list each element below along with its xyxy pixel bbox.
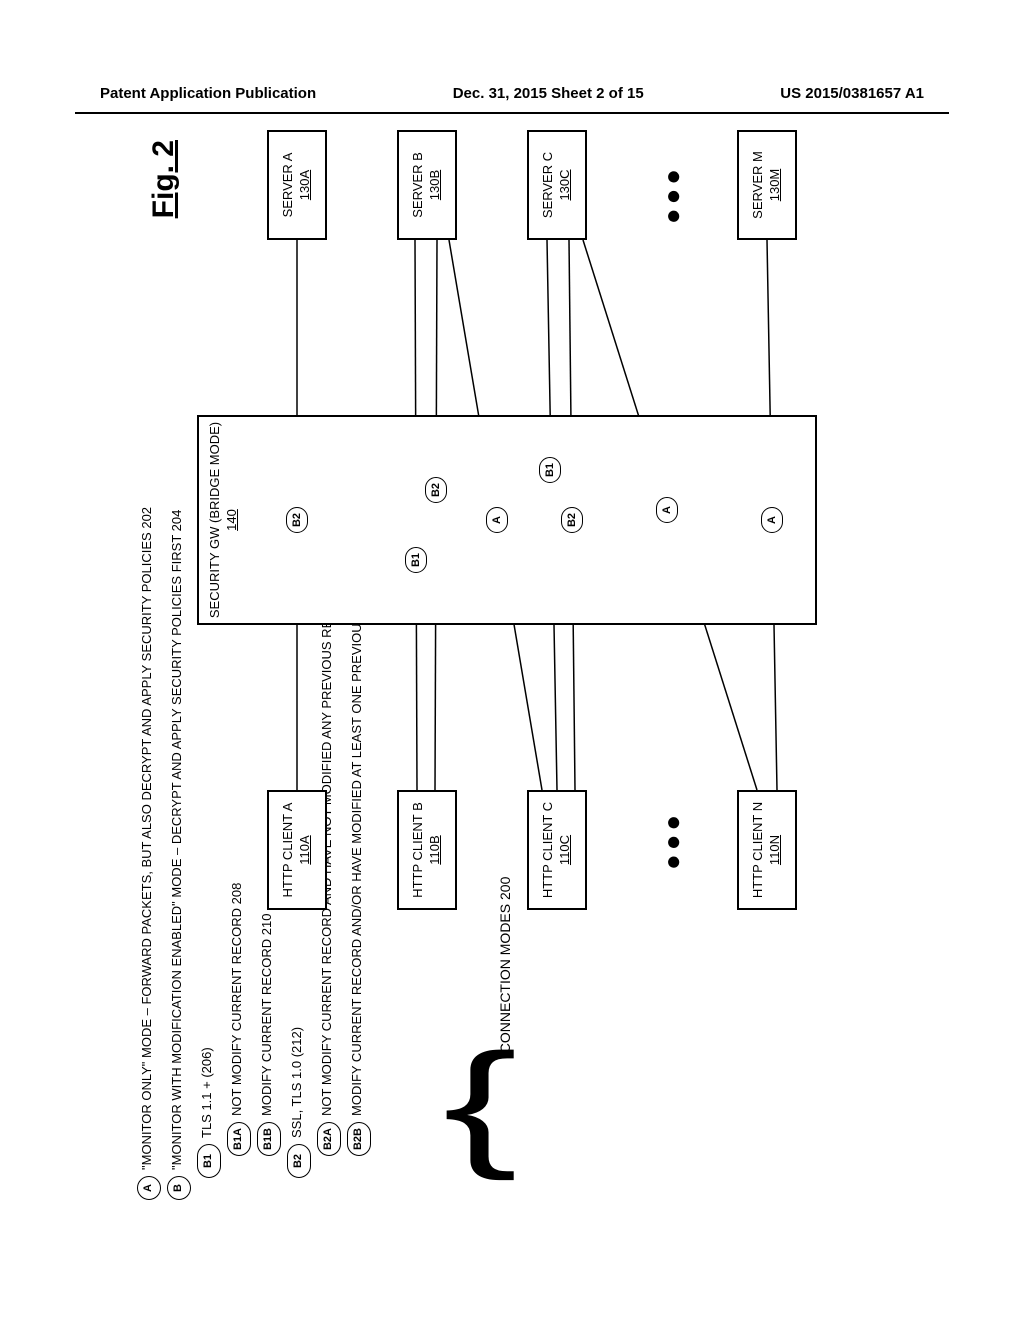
client-ellipsis-icon: ●●●: [657, 811, 688, 870]
line-badge-cc-sb: A: [486, 507, 508, 533]
client-b-box: HTTP CLIENT B 110B: [397, 790, 457, 910]
server-c-ref: 130C: [557, 169, 574, 200]
client-n-label: HTTP CLIENT N: [750, 802, 767, 898]
line-badge-cc-sc2: B2: [561, 507, 583, 533]
client-n-ref: 110N: [767, 835, 784, 865]
client-c-box: HTTP CLIENT C 110C: [527, 790, 587, 910]
line-badge-cn-sm: A: [761, 507, 783, 533]
server-a-box: SERVER A 130A: [267, 130, 327, 240]
line-badge-cb-sb1: B1: [405, 547, 427, 573]
server-m-label: SERVER M: [750, 151, 767, 219]
badge-b1a: B1A: [227, 1122, 251, 1156]
header-center: Dec. 31, 2015 Sheet 2 of 15: [453, 85, 644, 102]
header-right: US 2015/0381657 A1: [780, 85, 924, 102]
legend-text-b2: SSL, TLS 1.0 (212): [287, 1027, 305, 1138]
client-c-label: HTTP CLIENT C: [540, 802, 557, 898]
badge-b2b: B2B: [347, 1122, 371, 1156]
brace-icon: }: [443, 1113, 518, 1141]
header-left: Patent Application Publication: [100, 85, 316, 102]
badge-a: A: [137, 1176, 161, 1200]
client-a-box: HTTP CLIENT A 110A: [267, 790, 327, 910]
line-badge-cb-sb2: B2: [425, 477, 447, 503]
legend-item-b: B "MONITOR WITH MODIFICATION ENABLED" MO…: [167, 507, 191, 1200]
diagram: SECURITY GW (BRIDGE MODE) 140 B2 B1 B2 A…: [197, 130, 847, 910]
server-b-label: SERVER B: [410, 152, 427, 218]
client-a-ref: 110A: [297, 835, 314, 864]
legend-text-b1: TLS 1.1 + (206): [197, 1047, 215, 1138]
client-c-ref: 110C: [557, 835, 574, 865]
legend-item-a: A "MONITOR ONLY" MODE – FORWARD PACKETS,…: [137, 507, 161, 1200]
server-b-ref: 130B: [427, 170, 444, 200]
server-m-box: SERVER M 130M: [737, 130, 797, 240]
figure-label: Fig. 2: [147, 140, 181, 218]
client-b-label: HTTP CLIENT B: [410, 802, 427, 898]
brace-section: } CONNECTION MODES 200: [447, 877, 513, 1210]
page-header: Patent Application Publication Dec. 31, …: [0, 85, 1024, 102]
server-a-label: SERVER A: [280, 153, 297, 218]
server-b-box: SERVER B 130B: [397, 130, 457, 240]
badge-b: B: [167, 1176, 191, 1200]
gw-ref: 140: [224, 509, 241, 531]
badge-b2: B2: [287, 1144, 311, 1178]
server-m-ref: 130M: [767, 169, 784, 202]
line-badge-cc-sc1: B1: [539, 457, 561, 483]
client-a-label: HTTP CLIENT A: [280, 803, 297, 898]
server-a-ref: 130A: [297, 170, 314, 200]
gw-title: SECURITY GW (BRIDGE MODE): [207, 422, 224, 618]
client-n-box: HTTP CLIENT N 110N: [737, 790, 797, 910]
legend-text-b1b: MODIFY CURRENT RECORD 210: [257, 914, 275, 1117]
line-badge-ca-sa: B2: [286, 507, 308, 533]
badge-b1b: B1B: [257, 1122, 281, 1156]
server-ellipsis-icon: ●●●: [657, 165, 688, 224]
badge-b1: B1: [197, 1144, 221, 1178]
figure-rotated-container: Fig. 2 A "MONITOR ONLY" MODE – FORWARD P…: [137, 110, 887, 1210]
legend-text-b: "MONITOR WITH MODIFICATION ENABLED" MODE…: [167, 510, 185, 1170]
badge-b2a: B2A: [317, 1122, 341, 1156]
server-c-label: SERVER C: [540, 152, 557, 218]
line-badge-cn-sc: A: [656, 497, 678, 523]
legend-text-b1a: NOT MODIFY CURRENT RECORD 208: [227, 883, 245, 1116]
server-c-box: SERVER C 130C: [527, 130, 587, 240]
legend-text-a: "MONITOR ONLY" MODE – FORWARD PACKETS, B…: [137, 507, 155, 1170]
client-b-ref: 110B: [427, 835, 444, 864]
